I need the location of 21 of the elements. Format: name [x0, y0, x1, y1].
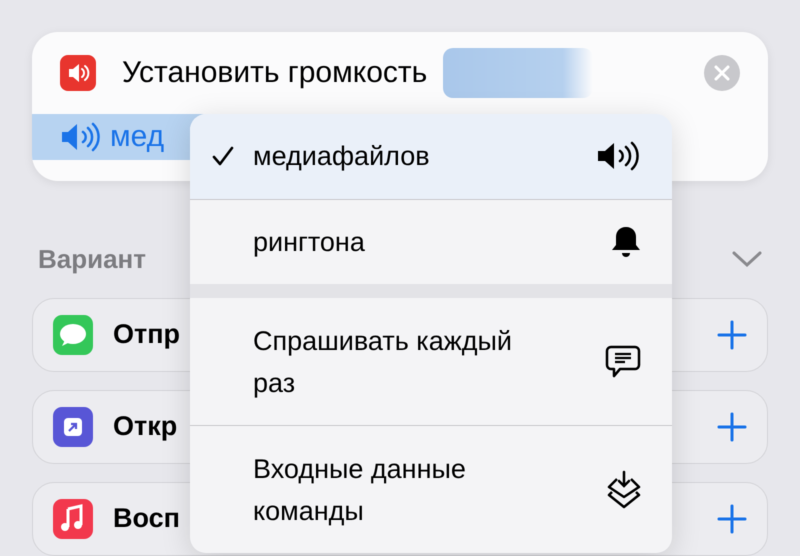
speaker-icon — [60, 55, 96, 91]
suggestion-label: Отпр — [113, 319, 180, 350]
action-title: Установить громкость — [122, 56, 428, 90]
chat-bubble-icon — [53, 314, 93, 355]
add-icon[interactable] — [717, 320, 747, 350]
chat-bubble-icon — [604, 344, 642, 380]
menu-item[interactable]: Входные данные команды — [190, 425, 672, 553]
checkmark-icon — [212, 145, 234, 168]
suggestion-label: Восп — [113, 503, 180, 534]
section-heading: Вариант — [38, 244, 146, 275]
menu-item[interactable]: медиафайлов — [190, 114, 672, 199]
parameter-label: мед — [110, 120, 164, 154]
add-icon[interactable] — [717, 412, 747, 442]
add-icon[interactable] — [717, 504, 747, 534]
music-note-icon — [53, 498, 93, 539]
speaker-icon — [596, 140, 642, 172]
suggestion-label: Откр — [113, 411, 178, 442]
chevron-icon[interactable] — [732, 250, 762, 268]
layers-download-icon — [606, 470, 642, 510]
menu-item[interactable]: Спрашивать каждый раз — [190, 298, 672, 426]
bell-icon — [610, 224, 642, 259]
